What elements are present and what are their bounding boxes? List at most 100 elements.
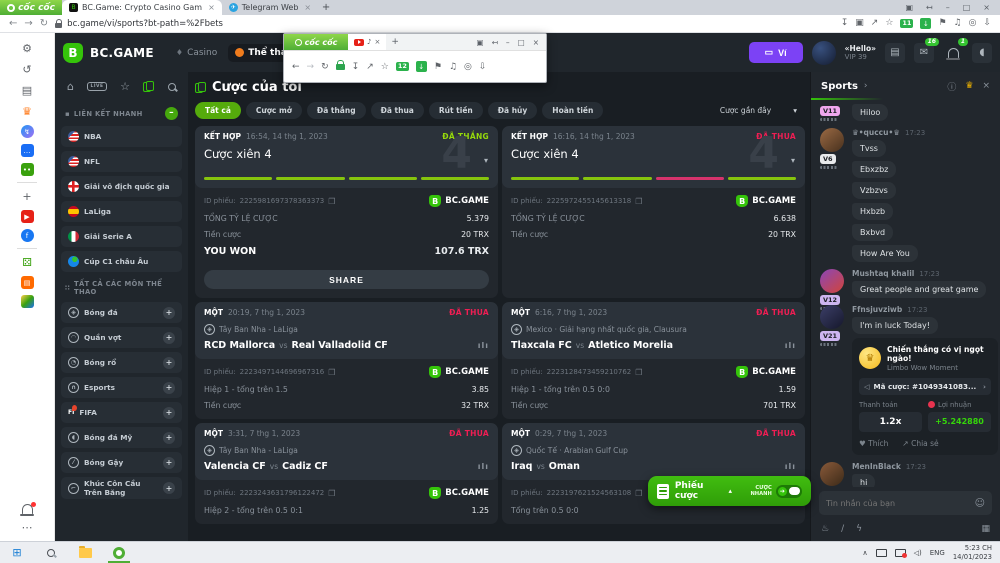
copy-icon[interactable]: ❒ <box>328 489 335 498</box>
expand-plus-button[interactable]: + <box>163 332 175 344</box>
favorites-star-icon[interactable]: ☆ <box>120 80 130 93</box>
downloads-tray-icon[interactable]: ⇩ <box>983 19 991 28</box>
copy-icon[interactable]: ❒ <box>635 368 642 377</box>
stats-icon[interactable]: ılı <box>785 341 796 350</box>
my-bets-icon[interactable] <box>143 81 154 92</box>
share-button[interactable]: ↗ Chia sẻ <box>902 439 938 448</box>
session-restore-icon[interactable]: ↤ <box>926 3 933 12</box>
close-button[interactable]: × <box>533 38 539 47</box>
tab-bcgame[interactable]: B BC.Game: Crypto Casino Gam × <box>62 0 222 15</box>
stats-icon[interactable]: ılı <box>478 462 489 471</box>
tab-close-icon[interactable]: × <box>374 38 380 46</box>
chat-username[interactable]: MenInBlack <box>852 462 901 471</box>
quick-bet-toggle[interactable]: ➔ <box>776 485 802 498</box>
extension-icon[interactable]: ⚑ <box>938 19 946 28</box>
filter-won[interactable]: Đã thắng <box>307 102 366 119</box>
dice-game-icon[interactable]: ⚄ <box>20 255 35 270</box>
back-button[interactable]: ← <box>9 19 17 29</box>
stats-icon[interactable]: ılı <box>785 462 796 471</box>
mini-browser-window[interactable]: cốc cốc ♪ × + ▣ ↤ – □ × ← → ↻ ↧ ↗ ☆ 12 ↓… <box>283 33 547 83</box>
translate-icon[interactable]: ▣ <box>855 19 864 28</box>
filter-cashout[interactable]: Rút tiền <box>429 102 483 119</box>
zalo-chat-icon[interactable]: … <box>21 144 34 157</box>
forward-button[interactable]: → <box>24 19 32 29</box>
settings-gear-icon[interactable]: ⚙ <box>20 41 35 56</box>
share-button[interactable]: SHARE <box>204 270 489 289</box>
calendar-badge[interactable]: 12 <box>396 62 409 71</box>
green-download-icon[interactable]: ↓ <box>920 18 931 29</box>
filter-refund[interactable]: Hoàn tiền <box>542 102 603 119</box>
search-icon[interactable] <box>168 83 176 91</box>
hot-topics-icon[interactable]: ♨ <box>821 524 829 534</box>
user-avatar[interactable] <box>812 41 836 65</box>
tab-close-icon[interactable]: × <box>208 3 215 12</box>
new-tab-button[interactable]: + <box>318 0 334 15</box>
close-chat-icon[interactable]: × <box>982 81 990 91</box>
bookmark-star-icon[interactable]: ☆ <box>381 62 389 72</box>
file-explorer-icon[interactable] <box>68 542 102 563</box>
youtube-icon[interactable]: ▶ <box>21 210 34 223</box>
chat-username[interactable]: Mushtaq khalil <box>852 269 914 278</box>
filter-lost[interactable]: Đã thua <box>371 102 424 119</box>
tab-telegram[interactable]: ✈ Telegram Web × <box>222 0 318 15</box>
sidebar-item-esports[interactable]: ∩Esports+ <box>61 377 182 398</box>
expand-plus-button[interactable]: + <box>163 432 175 444</box>
minimize-button[interactable]: – <box>946 3 950 12</box>
address-bar[interactable]: bc.game/vi/sports?bt-path=%2Fbets <box>55 19 834 29</box>
shopping-icon[interactable]: ▤ <box>21 276 34 289</box>
new-tab-button[interactable]: + <box>386 37 399 47</box>
chevron-right-icon[interactable]: › <box>864 81 868 91</box>
betslip-button[interactable]: Phiếu cược ▴ CƯỢC NHANH ➔ <box>648 476 811 506</box>
notifications-bell-icon[interactable] <box>22 504 33 514</box>
display-tray-icon[interactable] <box>876 549 887 557</box>
copy-icon[interactable]: ❒ <box>328 368 335 377</box>
share-icon[interactable]: ↗ <box>871 19 879 28</box>
sidebar-item-ice-hockey[interactable]: ⌐Khúc Côn Cầu Trên Băng+ <box>61 477 182 499</box>
trophy-icon[interactable]: ♛ <box>965 81 973 91</box>
chat-username[interactable]: ♛•quccu•♛ <box>852 128 900 137</box>
copy-icon[interactable]: ❒ <box>328 197 335 206</box>
chat-input[interactable] <box>826 499 975 508</box>
avatar[interactable] <box>820 128 844 152</box>
pip-icon[interactable]: ▣ <box>476 38 483 47</box>
sidebar-item-soccer[interactable]: ◈Bóng đá+ <box>61 302 182 323</box>
bell-icon[interactable]: 1 <box>943 43 963 63</box>
chat-room-tab[interactable]: Sports <box>821 81 858 92</box>
bet-ref-row[interactable]: ◁ Mã cược: #1049341083... › <box>859 378 991 395</box>
sidebar-item-championship[interactable]: Giải vô địch quốc gia <box>61 176 182 197</box>
sidebar-item-nba[interactable]: NBA <box>61 126 182 147</box>
info-icon[interactable]: ⓘ <box>947 80 956 93</box>
facebook-icon[interactable]: f <box>21 229 34 242</box>
filter-all[interactable]: Tất cả <box>195 102 241 119</box>
sort-dropdown[interactable]: Cược gần đây ▾ <box>720 106 805 115</box>
like-button[interactable]: ♥ Thích <box>859 439 888 448</box>
copy-icon[interactable]: ❒ <box>635 489 642 498</box>
avatar[interactable] <box>820 305 844 329</box>
game-portal-icon[interactable] <box>21 295 34 308</box>
sidebar-item-champions-league[interactable]: Cúp C1 châu Âu <box>61 251 182 272</box>
messenger-icon[interactable]: ↯ <box>21 125 34 138</box>
mail-icon[interactable]: ✉16 <box>914 43 934 63</box>
restore-button[interactable]: □ <box>963 3 971 12</box>
chat-toggle-icon[interactable]: ◖ <box>972 43 992 63</box>
media-icon[interactable]: ♫ <box>954 19 962 28</box>
youtube-tab[interactable]: ♪ × <box>348 34 386 50</box>
start-button[interactable]: ⊞ <box>0 542 34 563</box>
chat-rules-icon[interactable]: ∕ <box>841 524 844 534</box>
quests-icon[interactable]: ▤ <box>885 43 905 63</box>
sidebar-item-seriea[interactable]: Giải Serie A <box>61 226 182 247</box>
reload-button[interactable]: ↻ <box>40 19 48 29</box>
bet-share-card[interactable]: ♛ Chiến thắng có vị ngọt ngào! Limbo Wow… <box>852 338 998 455</box>
taskbar-clock[interactable]: 5:23 CH 14/01/2023 <box>953 544 992 561</box>
profile-icon[interactable]: ◎ <box>969 19 977 28</box>
filter-open[interactable]: Cược mở <box>246 102 302 119</box>
expand-caret-icon[interactable]: ▾ <box>484 156 488 165</box>
add-shortcut-icon[interactable]: + <box>20 189 35 204</box>
downloads-tray-icon[interactable]: ⇩ <box>479 62 487 72</box>
avatar[interactable] <box>820 269 844 293</box>
expand-caret-icon[interactable]: ▾ <box>791 156 795 165</box>
copy-icon[interactable]: ❒ <box>635 197 642 206</box>
tab-close-icon[interactable]: × <box>304 3 311 12</box>
bookmark-star-icon[interactable]: ☆ <box>885 19 893 28</box>
session-restore-icon[interactable]: ↤ <box>492 38 498 47</box>
